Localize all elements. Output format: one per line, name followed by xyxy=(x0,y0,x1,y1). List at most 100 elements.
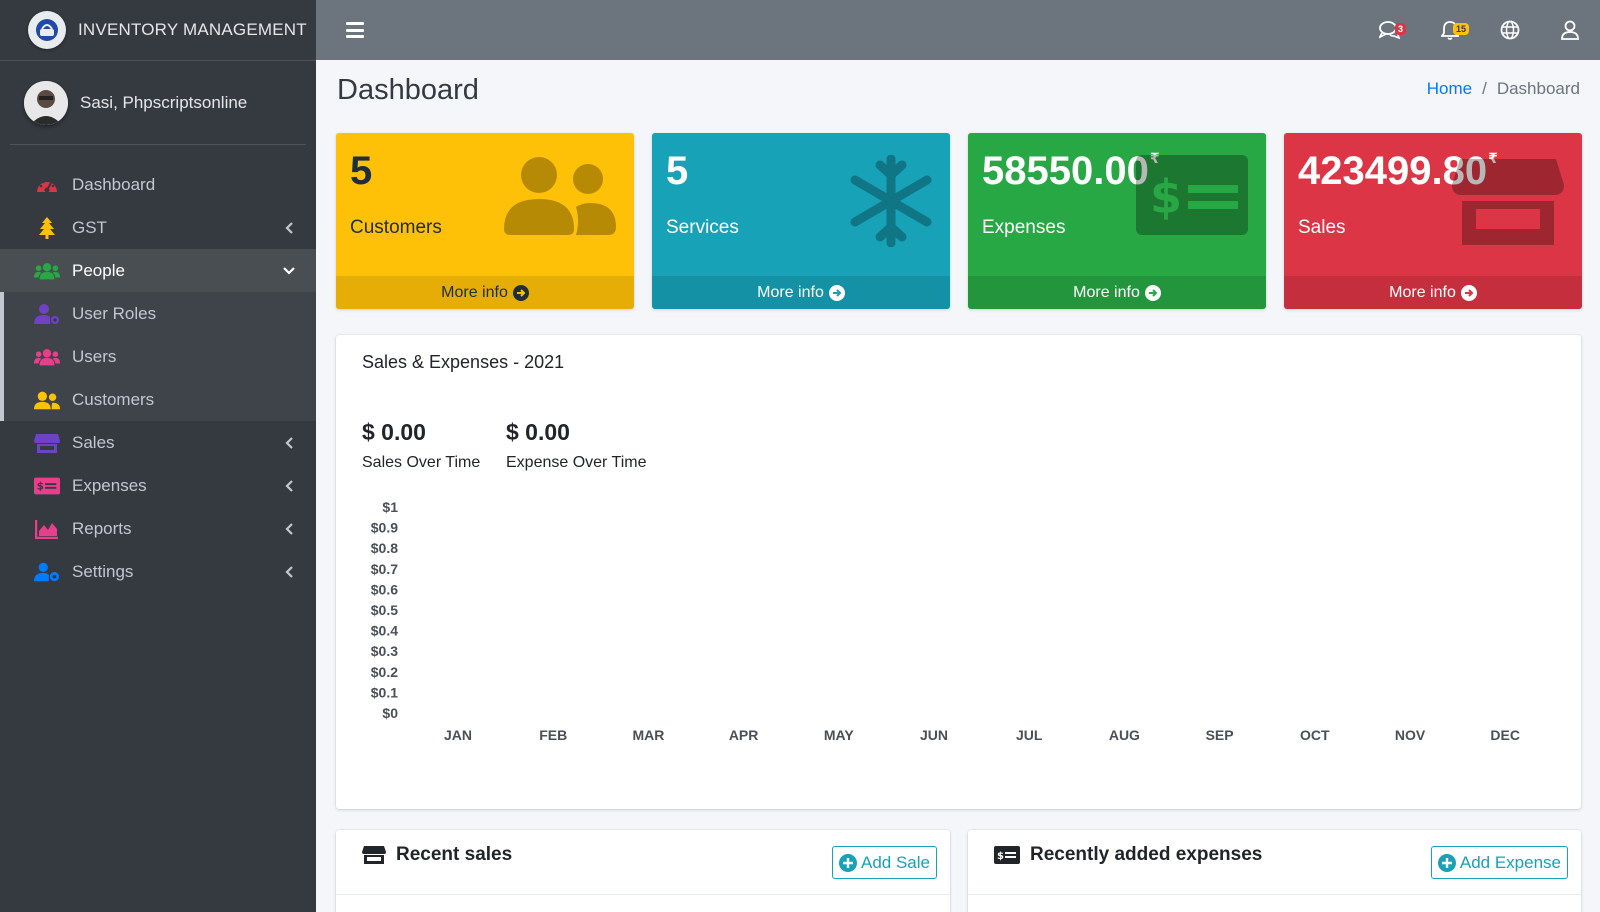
user-icon xyxy=(1561,20,1579,40)
y-tick-label: $0.5 xyxy=(371,602,398,618)
sidebar-item-gst[interactable]: GST xyxy=(0,206,316,249)
x-tick-label: JUN xyxy=(920,727,948,743)
customers-more-info-link[interactable]: More info xyxy=(336,276,634,309)
x-tick-label: APR xyxy=(729,727,759,743)
sidebar-item-expenses[interactable]: $ Expenses xyxy=(0,464,316,507)
expenses-box: 58550.00₹ Expenses $ More info xyxy=(968,133,1266,309)
box-caption: Customers xyxy=(350,217,442,238)
sidebar-item-label: GST xyxy=(72,217,107,237)
sales-more-info-link[interactable]: More info xyxy=(1284,276,1582,309)
messages-button[interactable]: 3 xyxy=(1360,0,1420,60)
store-icon xyxy=(1452,155,1564,250)
users-cog-icon xyxy=(34,561,60,583)
services-more-info-link[interactable]: More info xyxy=(652,276,950,309)
x-tick-label: AUG xyxy=(1109,727,1140,743)
box-value: 58550.00₹ xyxy=(982,149,1160,193)
sidebar-item-customers[interactable]: Customers xyxy=(4,378,316,421)
chevron-left-icon xyxy=(282,479,296,493)
x-tick-label: FEB xyxy=(539,727,567,743)
expenses-more-info-link[interactable]: More info xyxy=(968,276,1266,309)
x-tick-label: NOV xyxy=(1395,727,1426,743)
box-value: 5 xyxy=(350,149,373,193)
sidebar-item-label: Dashboard xyxy=(72,174,156,194)
sidebar-nav: Dashboard GST People User Roles Users Cu… xyxy=(0,163,316,593)
sidebar-item-label: People xyxy=(72,260,125,280)
notifications-button[interactable]: 15 xyxy=(1420,0,1480,60)
sales-box: 423499.80₹ Sales More info xyxy=(1284,133,1582,309)
topbar: 3 15 xyxy=(316,0,1600,60)
user-panel[interactable]: Sasi, Phpscriptsonline xyxy=(10,61,306,145)
add-expense-label: Add Expense xyxy=(1459,852,1561,872)
recent-sales-title: Recent sales xyxy=(396,844,513,865)
arrow-circle-right-icon xyxy=(1460,284,1477,301)
recent-expenses-card: $ Recently added expenses Add Expense xyxy=(968,830,1581,912)
store-icon xyxy=(34,432,60,454)
tachometer-icon xyxy=(34,174,60,196)
brand-link[interactable]: INVENTORY MANAGEMENT xyxy=(0,0,316,61)
services-box: 5 Services More info xyxy=(652,133,950,309)
card-divider xyxy=(336,894,950,895)
menu-toggle-icon[interactable] xyxy=(346,22,364,38)
sidebar-item-reports[interactable]: Reports xyxy=(0,507,316,550)
money-bill-icon: $ xyxy=(34,475,60,497)
chevron-down-icon xyxy=(282,264,296,278)
sidebar-item-label: Reports xyxy=(72,518,132,538)
page-title: Dashboard xyxy=(337,74,479,106)
y-tick-label: $0.4 xyxy=(371,623,398,639)
user-menu-button[interactable] xyxy=(1540,0,1600,60)
more-info-label: More info xyxy=(441,283,508,301)
sidebar: INVENTORY MANAGEMENT Sasi, Phpscriptsonl… xyxy=(0,0,316,912)
sidebar-item-user-roles[interactable]: User Roles xyxy=(4,292,316,335)
customers-box: 5 Customers More info xyxy=(336,133,634,309)
y-tick-label: $0.1 xyxy=(371,684,398,700)
users-icon xyxy=(34,346,60,368)
y-tick-label: $0.9 xyxy=(371,520,398,536)
plus-circle-icon xyxy=(1437,853,1456,872)
breadcrumb-separator: / xyxy=(1482,79,1487,98)
brand-logo xyxy=(28,11,66,49)
y-tick-label: $1 xyxy=(382,499,398,515)
x-tick-label: JUL xyxy=(1016,727,1043,743)
sales-expenses-card: Sales & Expenses - 2021 $ 0.00 Sales Ove… xyxy=(336,335,1581,809)
add-expense-button[interactable]: Add Expense xyxy=(1430,846,1568,879)
y-tick-label: $0 xyxy=(382,705,398,721)
sidebar-item-label: Users xyxy=(72,346,117,366)
sidebar-item-users[interactable]: Users xyxy=(4,335,316,378)
tree-icon xyxy=(34,216,60,239)
y-tick-label: $0.6 xyxy=(371,581,398,597)
messages-badge: 3 xyxy=(1395,23,1407,35)
notifications-badge: 15 xyxy=(1453,23,1470,35)
x-tick-label: OCT xyxy=(1300,727,1330,743)
sidebar-item-label: User Roles xyxy=(72,303,157,323)
breadcrumb-home-link[interactable]: Home xyxy=(1427,79,1472,99)
money-bill-icon: $ xyxy=(1136,155,1248,240)
sidebar-item-label: Settings xyxy=(72,561,134,581)
topbar-icons: 3 15 xyxy=(1360,0,1600,60)
svg-text:$: $ xyxy=(997,851,1004,862)
user-friends-icon xyxy=(34,389,60,411)
people-submenu: User Roles Users Customers xyxy=(0,292,316,421)
chevron-left-icon xyxy=(282,221,296,235)
sidebar-item-sales[interactable]: Sales xyxy=(0,421,316,464)
breadcrumb: Home / Dashboard xyxy=(1427,79,1580,99)
snowflake-icon xyxy=(850,154,932,252)
sidebar-item-people[interactable]: People xyxy=(0,249,316,292)
box-caption: Expenses xyxy=(982,217,1066,238)
svg-text:$: $ xyxy=(1150,170,1182,224)
language-button[interactable] xyxy=(1480,0,1540,60)
recent-sales-card: Recent sales Add Sale xyxy=(336,830,950,912)
globe-icon xyxy=(1500,20,1520,40)
y-tick-label: $0.3 xyxy=(371,643,398,659)
sidebar-item-dashboard[interactable]: Dashboard xyxy=(0,163,316,206)
chevron-left-icon xyxy=(282,565,296,579)
arrow-circle-right-icon xyxy=(512,284,529,301)
money-bill-icon: $ xyxy=(994,846,1020,864)
chevron-left-icon xyxy=(282,522,296,536)
box-caption: Sales xyxy=(1298,217,1346,238)
more-info-label: More info xyxy=(1389,283,1456,301)
sidebar-item-settings[interactable]: Settings xyxy=(0,550,316,593)
add-sale-button[interactable]: Add Sale xyxy=(832,846,937,879)
plus-circle-icon xyxy=(839,853,857,872)
users-icon xyxy=(34,260,60,282)
add-sale-label: Add Sale xyxy=(861,852,930,872)
